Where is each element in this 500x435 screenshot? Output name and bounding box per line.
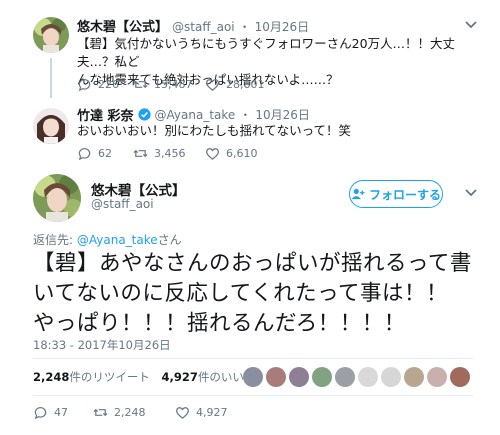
liker-avatar[interactable] [404, 367, 424, 387]
like-count: 4,927 [196, 406, 228, 419]
retweet-total: 2,248 [33, 370, 70, 384]
tweet-date[interactable]: 10月26日 [255, 106, 310, 123]
tweet-text: おいおいおい！別にわたしも揺れてないって！笑 [77, 123, 352, 138]
verified-badge-icon [137, 108, 151, 121]
username[interactable]: @Ayana_take [155, 108, 236, 122]
chevron-down-icon[interactable] [464, 188, 478, 198]
divider [33, 358, 473, 359]
tweet-timestamp[interactable]: 18:33 - 2017年10月26日 [33, 337, 171, 353]
reply-icon [78, 79, 91, 92]
reply-button[interactable]: 226 [77, 77, 133, 92]
reply-button[interactable]: 47 [33, 405, 93, 420]
tweet-date[interactable]: 10月26日 [255, 18, 310, 35]
follow-button[interactable]: フォローする [349, 180, 443, 208]
retweet-count: 15,487 [154, 78, 193, 91]
tweet-actions: 226 15,487 28,801 [77, 77, 265, 92]
engagement-stats: 2,248件のリツイート 4,927件のいいね [33, 369, 255, 385]
heart-icon [206, 79, 219, 91]
reply-prefix: 返信先: [33, 233, 77, 247]
retweet-button[interactable]: 2,248 [93, 405, 175, 420]
tweet-text-line: 【碧】あやなさんのおっぱいが揺れるって書 [33, 251, 472, 276]
avatar[interactable] [33, 108, 69, 144]
reply-count: 226 [98, 78, 119, 91]
retweet-icon [93, 408, 108, 417]
retweet-stat-label: 件のリツイート [69, 370, 150, 384]
tweet-actions: 47 2,248 4,927 [33, 405, 228, 420]
like-total: 4,927 [161, 370, 198, 384]
liker-avatar[interactable] [289, 367, 309, 387]
like-count: 28,801 [226, 78, 265, 91]
tweet-text-line: 【碧】気付かないうちにもうすぐフォロワーさん20万人…！！大丈夫…？私ど [77, 36, 456, 69]
retweet-button[interactable]: 15,487 [133, 77, 205, 92]
reply-suffix: さん [157, 233, 182, 247]
like-stat[interactable]: 4,927件のいいね [162, 370, 256, 384]
reply-icon [34, 407, 47, 420]
reply-count: 62 [98, 147, 112, 160]
like-button[interactable]: 6,610 [205, 146, 258, 161]
like-count: 6,610 [226, 147, 258, 160]
retweet-button[interactable]: 3,456 [133, 146, 205, 161]
retweet-count: 2,248 [114, 406, 146, 419]
tweet-header: 悠木碧【公式】 @staff_aoi ・ 10月26日 [77, 16, 309, 35]
display-name[interactable]: 悠木碧【公式】 [77, 16, 168, 35]
thread-line [50, 58, 52, 98]
liker-avatar[interactable] [381, 367, 401, 387]
reply-icon [78, 148, 91, 161]
username[interactable]: @staff_aoi [91, 197, 154, 211]
like-button[interactable]: 28,801 [205, 77, 265, 92]
separator: ・ [238, 20, 251, 34]
retweet-count: 3,456 [154, 147, 186, 160]
liker-avatar[interactable] [427, 367, 447, 387]
liker-avatar[interactable] [450, 367, 470, 387]
retweet-icon [133, 80, 148, 89]
username[interactable]: @staff_aoi [172, 20, 235, 34]
liker-avatar[interactable] [243, 367, 263, 387]
reply-button[interactable]: 62 [77, 146, 133, 161]
chevron-down-icon[interactable] [464, 20, 478, 30]
reply-context: 返信先: @Ayana_takeさん [33, 231, 182, 248]
liker-avatar[interactable] [335, 367, 355, 387]
retweet-stat[interactable]: 2,248件のリツイート [33, 370, 150, 384]
retweet-icon [133, 149, 148, 158]
reply-count: 47 [54, 406, 68, 419]
separator: ・ [239, 108, 252, 122]
avatar[interactable] [33, 174, 81, 222]
likers-avatars [243, 367, 470, 387]
heart-icon [206, 148, 219, 160]
follow-label: フォローする [368, 187, 441, 202]
avatar[interactable] [33, 17, 69, 53]
liker-avatar[interactable] [266, 367, 286, 387]
liker-avatar[interactable] [312, 367, 332, 387]
heart-icon [176, 407, 189, 419]
divider [33, 395, 473, 396]
add-user-icon [351, 188, 365, 200]
display-name[interactable]: 悠木碧【公式】 [91, 179, 186, 199]
like-button[interactable]: 4,927 [175, 405, 228, 420]
tweet-actions: 62 3,456 6,610 [77, 146, 258, 161]
tweet-text-line: やっぱり！！！揺れるんだろ！！！！ [33, 311, 406, 336]
tweet-text: 【碧】あやなさんのおっぱいが揺れるって書 いてないのに反応してくれたって事は！！… [33, 249, 493, 339]
liker-avatar[interactable] [358, 367, 378, 387]
tweet-text-line: いてないのに反応してくれたって事は！！ [33, 281, 448, 306]
reply-target-link[interactable]: @Ayana_take [77, 233, 158, 247]
